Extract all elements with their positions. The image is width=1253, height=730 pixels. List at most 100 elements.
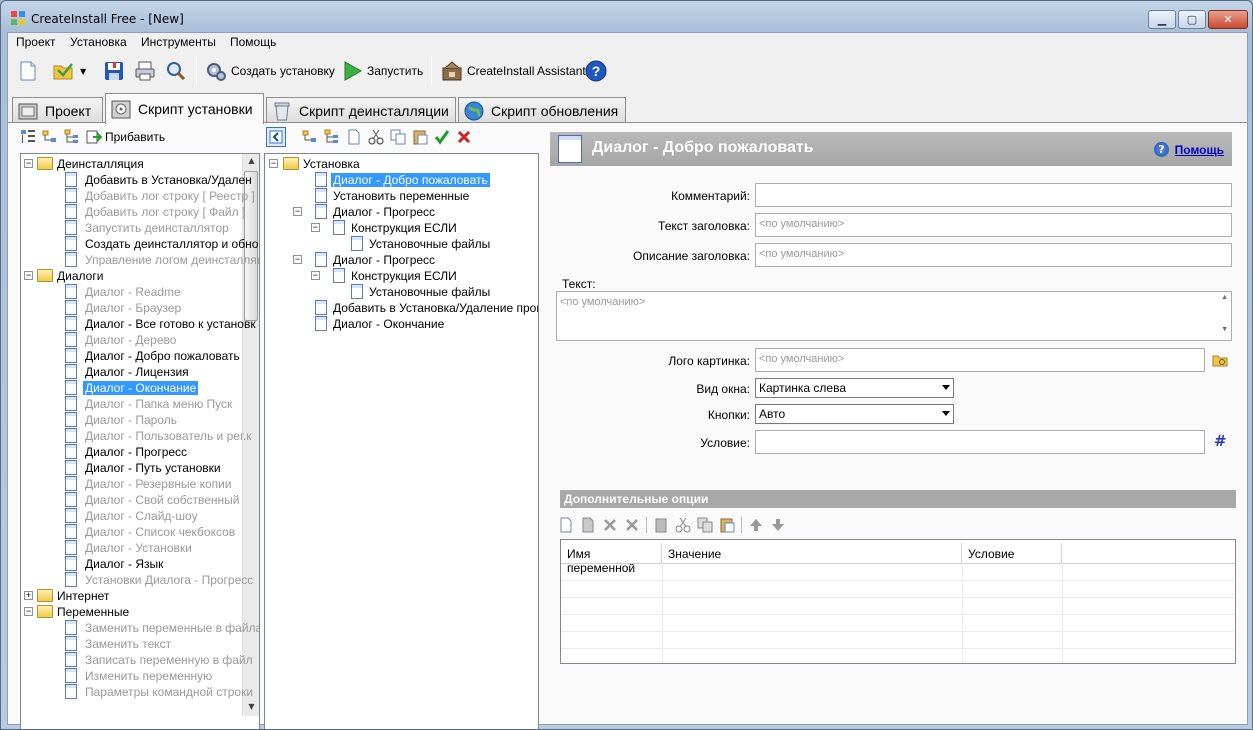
delete-all-icon[interactable]	[624, 517, 640, 533]
run-button[interactable]: Запустить	[341, 58, 423, 84]
minimize-button[interactable]: ▁	[1148, 10, 1176, 29]
folder-icon	[37, 269, 53, 282]
menu-help[interactable]: Помощь	[230, 35, 276, 49]
cut-icon[interactable]	[368, 129, 384, 145]
tree-view-icon[interactable]	[20, 129, 36, 145]
check-icon[interactable]	[434, 129, 450, 145]
tree-label: Управление логом деинсталляц	[85, 253, 260, 267]
grid-header-condition[interactable]: Условие	[962, 543, 1062, 563]
collapse-toggle-icon[interactable]: −	[311, 271, 320, 280]
scroll-up-arrow-icon[interactable]: ▲	[243, 156, 259, 165]
buttons-label: Кнопки:	[707, 408, 750, 422]
scroll-up-arrow-icon[interactable]: ▲	[1221, 294, 1228, 301]
window-type-select[interactable]: Картинка слева	[755, 378, 954, 398]
assistant-label: CreateInstall Assistant	[467, 64, 586, 78]
grid-col-line	[1062, 562, 1063, 663]
assistant-button[interactable]: CreateInstall Assistant	[441, 58, 586, 84]
new-row-icon[interactable]	[558, 517, 574, 533]
properties-header: Диалог - Добро пожаловать ? Помощь	[550, 132, 1232, 166]
close-button[interactable]: ✕	[1208, 10, 1248, 29]
script-tree[interactable]: ◀ ▶ −УстановкаДиалог - Добро пожаловатьУ…	[264, 153, 539, 729]
logo-label: Лого картинка:	[668, 354, 750, 368]
delete-icon[interactable]	[456, 129, 472, 145]
grid-header-value[interactable]: Значение	[662, 543, 962, 563]
document-icon	[65, 428, 77, 443]
text-textarea[interactable]: <по умолчанию> ▲ ▼	[556, 291, 1232, 341]
collapse-toggle-icon[interactable]: −	[24, 607, 33, 616]
save-button[interactable]	[103, 58, 125, 84]
header-text-input[interactable]: <по умолчанию>	[755, 213, 1232, 237]
copy-row-icon[interactable]	[653, 517, 669, 533]
paste-icon[interactable]	[719, 517, 735, 533]
title-bar[interactable]: CreateInstall Free - [New] ▁ ▢ ✕	[1, 1, 1252, 33]
expand-tree-icon[interactable]	[42, 129, 58, 145]
tab-update-script[interactable]: Скрипт обновления	[458, 97, 626, 123]
paste-icon[interactable]	[412, 129, 428, 145]
tree-label: Диалог - Список чекбоксов	[85, 525, 236, 539]
scroll-down-arrow-icon[interactable]: ▼	[243, 702, 259, 711]
header-text-label: Текст заголовка:	[658, 219, 750, 233]
document-icon	[65, 380, 77, 395]
find-button[interactable]	[165, 58, 187, 84]
expand-tree-icon[interactable]	[302, 129, 318, 145]
new-item-icon[interactable]	[346, 129, 362, 145]
document-icon	[65, 460, 77, 475]
help-link[interactable]: Помощь	[1175, 143, 1224, 157]
comment-input[interactable]	[755, 183, 1232, 207]
run-label: Запустить	[367, 64, 424, 78]
add-label[interactable]: Прибавить	[105, 130, 165, 144]
cut-icon[interactable]	[675, 517, 691, 533]
maximize-button[interactable]: ▢	[1178, 10, 1206, 29]
collapse-toggle-icon[interactable]: −	[311, 223, 320, 232]
document-icon	[65, 636, 77, 651]
panel-toggle-icon[interactable]	[266, 127, 286, 147]
collapse-tree-icon[interactable]	[64, 129, 80, 145]
help-button[interactable]: ?	[585, 58, 607, 84]
new-button[interactable]	[17, 58, 39, 84]
actions-tree[interactable]: ▲ ▼ ◀ ▶ −ДеинсталляцияДобавить в Установ…	[20, 153, 260, 729]
move-down-icon[interactable]	[770, 517, 786, 533]
menu-tools[interactable]: Инструменты	[141, 35, 216, 49]
edit-row-icon[interactable]	[580, 517, 596, 533]
collapse-toggle-icon[interactable]: −	[24, 271, 33, 280]
tab-project[interactable]: Проект	[12, 97, 103, 123]
buttons-value: Авто	[759, 407, 786, 421]
collapse-toggle-icon[interactable]: −	[293, 255, 302, 264]
buttons-select[interactable]: Авто	[755, 404, 954, 424]
collapse-toggle-icon[interactable]: −	[293, 207, 302, 216]
help-icon[interactable]: ?	[1154, 142, 1169, 157]
extra-options-header: Дополнительные опции	[560, 490, 1236, 508]
expand-toggle-icon[interactable]: +	[24, 591, 33, 600]
tree-label: Диалоги	[57, 269, 104, 283]
variable-hash-icon[interactable]: #	[1214, 432, 1227, 450]
document-icon	[65, 620, 77, 635]
folder-icon	[37, 605, 53, 618]
collapse-tree-icon[interactable]	[324, 129, 340, 145]
tab-uninstall-script[interactable]: Скрипт деинсталляции	[266, 97, 456, 123]
collapse-toggle-icon[interactable]: −	[269, 159, 278, 168]
delete-row-icon[interactable]	[602, 517, 618, 533]
project-icon	[17, 100, 39, 122]
tree-label: Установить переменные	[333, 189, 470, 203]
print-button[interactable]	[134, 58, 156, 84]
variables-grid[interactable]: Имя переменной Значение Условие	[560, 539, 1236, 664]
menu-project[interactable]: Проект	[16, 35, 56, 49]
grid-header-variable[interactable]: Имя переменной	[561, 543, 662, 575]
create-install-button[interactable]: Создать установку	[205, 58, 335, 84]
document-icon	[65, 220, 77, 235]
copy-icon[interactable]	[697, 517, 713, 533]
move-up-icon[interactable]	[748, 517, 764, 533]
open-dropdown-icon[interactable]: ▼	[80, 67, 86, 76]
add-icon[interactable]	[86, 129, 103, 145]
browse-folder-icon[interactable]	[1212, 352, 1228, 368]
tab-content: Прибавить ▲ ▼ ◀ ▶ −ДеинсталляцияДобавить…	[8, 122, 1247, 729]
copy-icon[interactable]	[390, 129, 406, 145]
logo-input[interactable]: <по умолчанию>	[755, 348, 1205, 372]
scroll-down-arrow-icon[interactable]: ▼	[1221, 326, 1228, 333]
condition-input[interactable]	[755, 430, 1205, 454]
open-button[interactable]: ▼	[52, 58, 86, 84]
tab-install-script[interactable]: Скрипт установки	[105, 93, 264, 124]
menu-install[interactable]: Установка	[70, 35, 127, 49]
collapse-toggle-icon[interactable]: −	[24, 159, 33, 168]
header-desc-input[interactable]: <по умолчанию>	[755, 243, 1232, 267]
